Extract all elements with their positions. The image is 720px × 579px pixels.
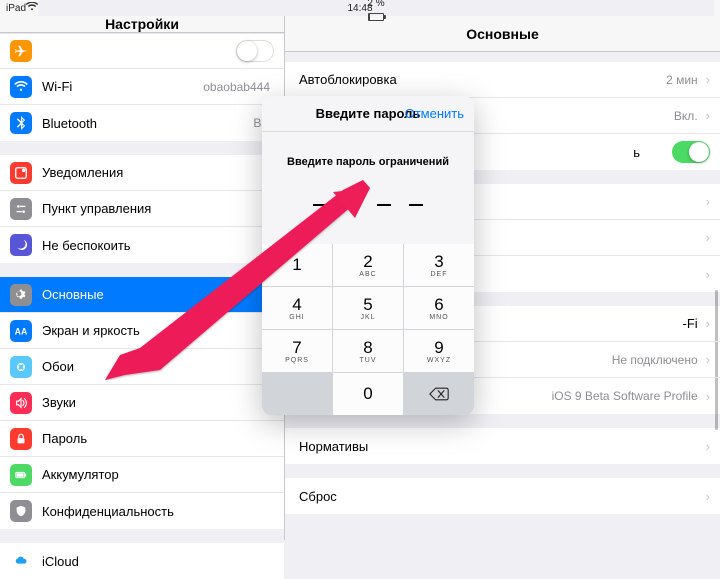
sidebar-item-dnd[interactable]: Не беспокоить — [0, 227, 284, 263]
chevron-right-icon: › — [706, 389, 710, 404]
sidebar-item-wifi[interactable]: Wi-Fi obaobab444 — [0, 69, 284, 105]
status-bar: iPad 14:48 2 % ⚡ — [0, 0, 720, 16]
row-autolock[interactable]: Автоблокировка 2 мин › — [285, 62, 720, 98]
notifications-icon — [10, 162, 32, 184]
sidebar-item-general[interactable]: Основные — [0, 277, 284, 313]
sidebar-item-label: Wi-Fi — [42, 79, 203, 94]
sidebar-item-label: Уведомления — [42, 165, 274, 180]
display-icon: AA — [10, 320, 32, 342]
row-value: Не подключено — [612, 353, 698, 367]
chevron-right-icon: › — [706, 108, 710, 123]
chevron-right-icon: › — [706, 72, 710, 87]
chevron-right-icon: › — [706, 489, 710, 504]
key-1[interactable]: 1 — [262, 244, 332, 286]
lock-icon — [10, 428, 32, 450]
airplane-icon — [10, 40, 32, 62]
row-value: iOS 9 Beta Software Profile — [552, 389, 698, 403]
modal-instruction: Введите пароль ограничений — [262, 156, 474, 168]
sidebar-item-label: Пункт управления — [42, 201, 274, 216]
sidebar-item-privacy[interactable]: Конфиденциальность — [0, 493, 284, 529]
sidebar-item-label: Обои — [42, 359, 274, 374]
bluetooth-icon — [10, 112, 32, 134]
chevron-right-icon: › — [706, 352, 710, 367]
sidebar-item-icloud[interactable]: iCloud — [0, 543, 284, 579]
left-header: Настройки — [0, 16, 284, 33]
row-value: Вкл. — [674, 109, 698, 123]
airplane-toggle[interactable] — [236, 40, 274, 62]
pin-slot — [345, 196, 359, 206]
sidebar-item-control-center[interactable]: Пункт управления — [0, 191, 284, 227]
sidebar-item-value: obaobab444 — [203, 80, 270, 94]
key-6[interactable]: 6MNO — [404, 287, 474, 329]
sidebar-item-label: Bluetooth — [42, 116, 253, 131]
chevron-right-icon: › — [706, 316, 710, 331]
pin-slot — [313, 196, 327, 206]
sidebar-item-label: Экран и яркость — [42, 323, 274, 338]
moon-icon — [10, 234, 32, 256]
sidebar-item-airplane[interactable] — [0, 33, 284, 69]
key-2[interactable]: 2ABC — [333, 244, 403, 286]
key-7[interactable]: 7PQRS — [262, 330, 332, 372]
settings-sidebar: Настройки Wi-Fi obaobab444 Bluetooth Вы — [0, 16, 285, 540]
sidebar-item-notifications[interactable]: Уведомления — [0, 155, 284, 191]
restrictions-toggle[interactable] — [672, 141, 710, 163]
clock: 14:48 — [347, 3, 372, 14]
right-header: Основные — [285, 16, 720, 52]
row-regulatory[interactable]: Нормативы › — [285, 428, 720, 464]
key-0[interactable]: 0 — [333, 373, 403, 415]
row-value: 2 мин — [666, 73, 698, 87]
control-center-icon — [10, 198, 32, 220]
key-9[interactable]: 9WXYZ — [404, 330, 474, 372]
sidebar-item-sounds[interactable]: Звуки — [0, 385, 284, 421]
row-label: Сброс — [299, 489, 702, 504]
pin-slot — [377, 196, 391, 206]
pin-slot — [409, 196, 423, 206]
row-label: Нормативы — [299, 439, 702, 454]
device-label: iPad — [6, 3, 26, 14]
key-backspace[interactable] — [404, 373, 474, 415]
cancel-button[interactable]: Отменить — [405, 106, 464, 121]
row-label: Автоблокировка — [299, 72, 666, 87]
numeric-keypad: 1 2ABC 3DEF 4GHI 5JKL 6MNO 7PQRS 8TUV 9W… — [262, 244, 474, 415]
sidebar-item-label: Пароль — [42, 431, 274, 446]
sidebar-item-label: Конфиденциальность — [42, 504, 274, 519]
backspace-icon — [429, 387, 449, 401]
pin-slots — [262, 196, 474, 206]
wifi-icon — [26, 2, 38, 14]
sidebar-item-label: iCloud — [42, 554, 274, 569]
sidebar-item-label: Звуки — [42, 395, 274, 410]
sidebar-item-wallpaper[interactable]: Обои — [0, 349, 284, 385]
key-3[interactable]: 3DEF — [404, 244, 474, 286]
row-reset[interactable]: Сброс › — [285, 478, 720, 514]
key-blank — [262, 373, 332, 415]
key-5[interactable]: 5JKL — [333, 287, 403, 329]
passcode-modal: Введите пароль Отменить Введите пароль о… — [262, 96, 474, 415]
modal-header: Введите пароль Отменить — [262, 96, 474, 132]
chevron-right-icon: › — [706, 194, 710, 209]
chevron-right-icon: › — [706, 439, 710, 454]
gear-icon — [10, 284, 32, 306]
sidebar-item-label: Не беспокоить — [42, 238, 274, 253]
sidebar-item-bluetooth[interactable]: Bluetooth Вы — [0, 105, 284, 141]
wallpaper-icon — [10, 356, 32, 378]
chevron-right-icon: › — [706, 267, 710, 282]
svg-text:AA: AA — [15, 326, 28, 336]
sidebar-item-label: Основные — [42, 287, 274, 302]
key-4[interactable]: 4GHI — [262, 287, 332, 329]
battery-icon — [10, 464, 32, 486]
battery-icon — [368, 13, 384, 21]
sidebar-item-display[interactable]: AA Экран и яркость — [0, 313, 284, 349]
sidebar-item-battery[interactable]: Аккумулятор — [0, 457, 284, 493]
wifi-icon — [10, 76, 32, 98]
sidebar-item-passcode[interactable]: Пароль — [0, 421, 284, 457]
sounds-icon — [10, 392, 32, 414]
privacy-icon — [10, 500, 32, 522]
chevron-right-icon: › — [706, 230, 710, 245]
sidebar-item-label: Аккумулятор — [42, 467, 274, 482]
key-8[interactable]: 8TUV — [333, 330, 403, 372]
icloud-icon — [10, 550, 32, 572]
